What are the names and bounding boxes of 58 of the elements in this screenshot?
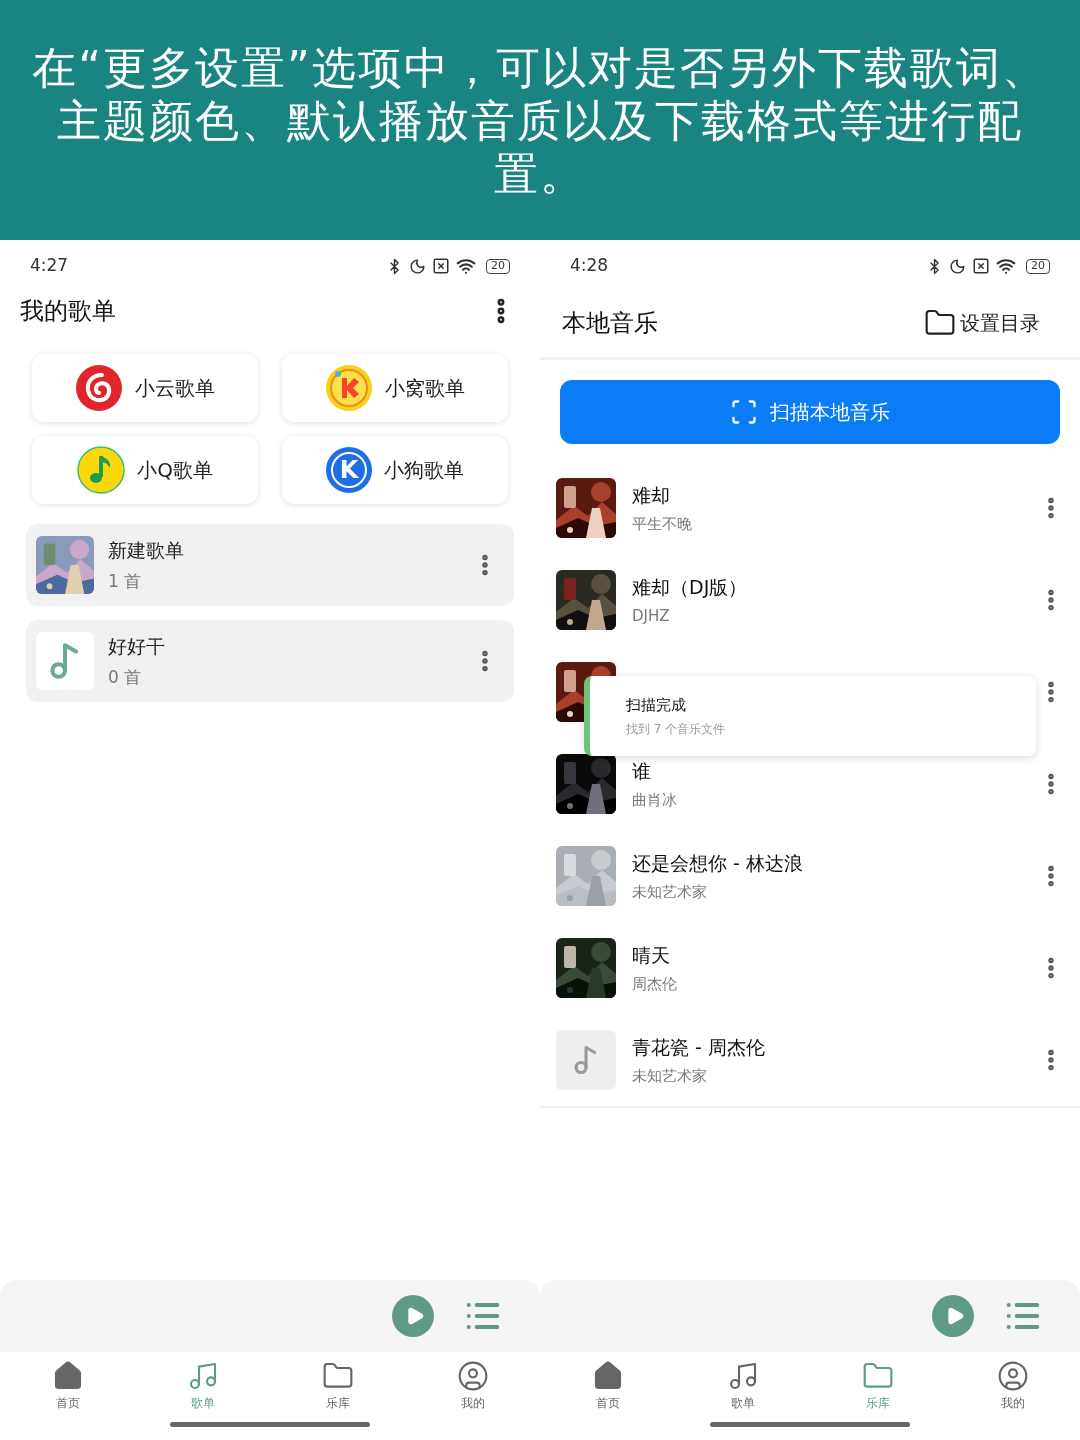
scan-button[interactable]: 扫描本地音乐 (560, 380, 1060, 444)
song-artist: DJHZ (632, 606, 671, 627)
toast-title: 扫描完成 (626, 694, 687, 716)
battery-icon: 20 (1026, 258, 1050, 274)
playlist-row[interactable]: 好好干 0 首 (26, 620, 514, 702)
nav-tab[interactable]: 歌单 (135, 1360, 270, 1422)
page-title: 本地音乐 (562, 307, 658, 339)
playlist-source-button[interactable]: 小云歌单 (32, 354, 258, 422)
note-cover-icon (556, 1030, 616, 1090)
status-time: 4:27 (30, 254, 69, 278)
nav-tab[interactable]: 我的 (945, 1360, 1080, 1422)
scan-icon (730, 398, 758, 426)
page-title: 我的歌单 (20, 296, 116, 327)
nav-tab[interactable]: 乐库 (810, 1360, 945, 1422)
song-title: 难却 (632, 482, 671, 508)
battery-icon: 20 (486, 258, 510, 274)
play-button[interactable] (932, 1295, 974, 1337)
note-logo-icon (77, 446, 126, 494)
nest-logo-icon (325, 364, 373, 412)
playlist-row[interactable]: 新建歌单 1 首 (26, 524, 514, 606)
toast-message: 找到 7 个音乐文件 (626, 721, 727, 739)
moon-icon (409, 257, 426, 275)
user-icon (996, 1360, 1029, 1392)
song-title: 谁 (632, 758, 652, 784)
sim-icon (972, 257, 990, 275)
song-title: 青花瓷 - 周杰伦 (632, 1034, 766, 1060)
user-icon (456, 1360, 489, 1392)
song-artist: 平生不晚 (632, 514, 693, 535)
sim-icon (432, 257, 450, 275)
song-title: 还是会想你 - 林达浪 (632, 850, 804, 876)
playlist-name: 新建歌单 (108, 538, 185, 563)
song-count: 0 首 (108, 665, 143, 689)
wifi-icon (456, 256, 476, 276)
nav-tab[interactable]: 歌单 (675, 1360, 810, 1422)
nav-tab[interactable]: 我的 (405, 1360, 540, 1422)
song-title: 晴天 (632, 942, 671, 968)
set-directory-button[interactable]: 设置目录 (924, 306, 1040, 339)
playlist-source-button[interactable]: 小窝歌单 (282, 354, 508, 422)
song-artist: 曲肖冰 (632, 790, 678, 811)
playlist-name: 好好干 (108, 634, 166, 659)
song-count: 1 首 (108, 569, 143, 593)
wifi-icon (996, 256, 1016, 276)
song-title: 难却（DJ版） (632, 574, 749, 600)
song-artist: 未知艺术家 (632, 1066, 708, 1087)
status-time: 4:28 (570, 254, 609, 278)
song-artist: 周杰伦 (632, 974, 678, 995)
play-button[interactable] (392, 1295, 434, 1337)
playlist-source-button[interactable]: 小Q歌单 (32, 436, 258, 504)
song-artist: 未知艺术家 (632, 882, 708, 903)
swirl-logo-icon (75, 364, 123, 412)
playlist-source-button[interactable]: K 小狗歌单 (282, 436, 508, 504)
note-cover-icon (36, 632, 94, 690)
k-logo-icon: K (326, 447, 372, 493)
nav-tab[interactable]: 首页 (540, 1360, 675, 1422)
nav-tab[interactable]: 乐库 (270, 1360, 405, 1422)
nav-tab[interactable]: 首页 (0, 1360, 135, 1422)
banner-text: 在“更多设置”选项中，可以对是否另外下载歌词、主题颜色、默认播放音质以及下载格式等进行配置。 (32, 40, 1048, 200)
moon-icon (949, 257, 966, 275)
